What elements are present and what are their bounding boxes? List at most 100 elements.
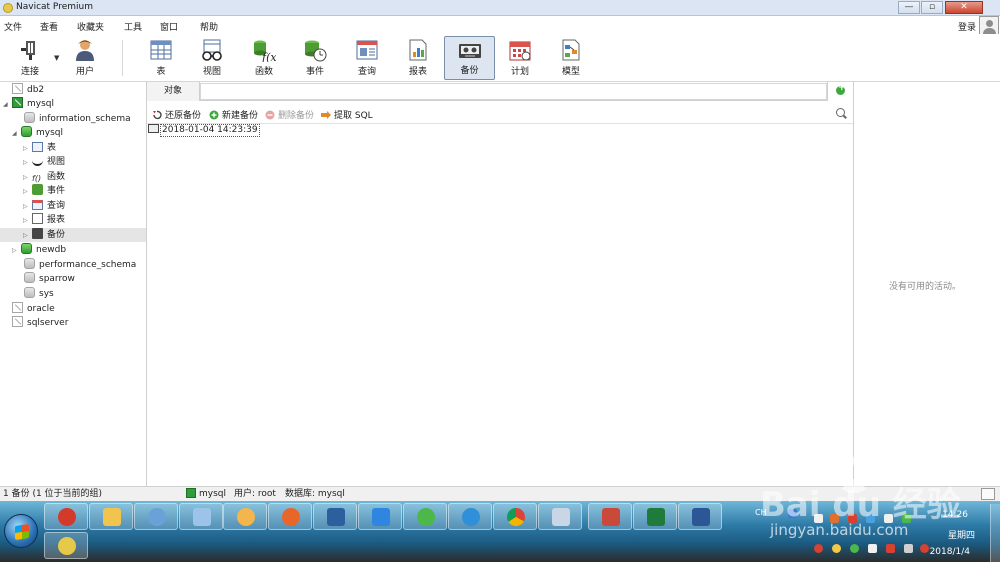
taskbar-chrome[interactable]: [493, 503, 537, 530]
status-user: 用户: root: [234, 489, 276, 499]
tray-date[interactable]: 2018/1/4: [930, 547, 970, 557]
collapse-arrow-icon[interactable]: ▷: [23, 214, 32, 228]
tree-node-sys[interactable]: sys: [24, 287, 54, 301]
search-icon[interactable]: [836, 108, 845, 117]
tree-node-information-schema[interactable]: information_schema: [24, 112, 131, 126]
tree-node-queries[interactable]: ▷ 查询: [23, 199, 65, 213]
minimize-button[interactable]: —: [898, 1, 920, 14]
collapse-arrow-icon[interactable]: ▷: [23, 200, 32, 214]
delete-backup-button[interactable]: 删除备份: [265, 108, 314, 121]
tree-node-newdb[interactable]: ▷ newdb: [12, 243, 66, 257]
maximize-button[interactable]: ▫: [921, 1, 943, 14]
menu-view[interactable]: 查看: [40, 20, 58, 33]
detail-view-icon[interactable]: [981, 488, 995, 500]
word-icon: [692, 508, 710, 526]
toolbar-backup-button[interactable]: 备份: [444, 36, 495, 80]
menu-file[interactable]: 文件: [4, 20, 22, 33]
green-arrow-icon: [417, 508, 435, 526]
main-toolbar: 连接 ▼ 用户 表 视图 f(x) 函数 事件 查询 报表 备份 计划 模型: [0, 34, 1000, 82]
taskbar-paint[interactable]: [134, 503, 178, 530]
toolbar-connect-button[interactable]: 连接: [6, 36, 54, 80]
expand-arrow-icon[interactable]: ◢: [12, 127, 21, 141]
tree-node-mysql-database[interactable]: ◢ mysql: [12, 126, 63, 140]
tree-node-sparrow[interactable]: sparrow: [24, 272, 75, 286]
toolbar-query-button[interactable]: 查询: [343, 36, 391, 80]
collapse-arrow-icon[interactable]: ▷: [23, 185, 32, 199]
toolbar-report-button[interactable]: 报表: [394, 36, 442, 80]
tree-node-events[interactable]: ▷ 事件: [23, 184, 65, 198]
tree-node-tables[interactable]: ▷ 表: [23, 141, 56, 155]
start-button[interactable]: [4, 514, 38, 548]
view-glasses-icon: [32, 155, 43, 166]
navicat-icon: [58, 537, 76, 555]
tree-node-views[interactable]: ▷ 视图: [23, 155, 65, 169]
taskbar-excel[interactable]: [633, 503, 677, 530]
backup-file-item[interactable]: 2018-01-04 14:23:39: [148, 124, 260, 137]
chevron-down-icon[interactable]: ▼: [54, 54, 59, 62]
toolbar-label: 模型: [561, 67, 580, 77]
toolbar-event-button[interactable]: 事件: [291, 36, 339, 80]
collapse-arrow-icon[interactable]: ▷: [23, 171, 32, 185]
taskbar-app-4[interactable]: [179, 503, 223, 530]
object-tab-bar: 对象: [147, 82, 853, 101]
monitor-icon: [327, 508, 345, 526]
taskbar-explorer[interactable]: [89, 503, 133, 530]
extract-sql-button[interactable]: 提取 SQL: [321, 108, 373, 121]
toolbar-model-button[interactable]: 模型: [547, 36, 595, 80]
event-clock-icon: [32, 184, 43, 195]
internet-explorer-icon: [462, 508, 480, 526]
toolbar-view-button[interactable]: 视图: [188, 36, 236, 80]
close-button[interactable]: ✕: [945, 1, 983, 14]
taskbar-firefox[interactable]: [268, 503, 312, 530]
tree-node-performance-schema[interactable]: performance_schema: [24, 258, 136, 272]
toolbar-separator: [122, 40, 123, 76]
taskbar-navicat[interactable]: [44, 532, 88, 559]
toolbar-schedule-button[interactable]: 计划: [496, 36, 544, 80]
taskbar-search-app[interactable]: [223, 503, 267, 530]
menu-window[interactable]: 窗口: [160, 20, 178, 33]
collapse-arrow-icon[interactable]: ▷: [23, 229, 32, 243]
menu-bar: 文件 查看 收藏夹 工具 窗口 帮助 登录: [0, 17, 1000, 34]
show-desktop-button[interactable]: [990, 504, 1000, 562]
tree-node-oracle[interactable]: oracle: [12, 302, 55, 316]
toolbar-label: 查询: [357, 67, 376, 77]
tree-node-mysql-connection[interactable]: ◢ mysql: [3, 97, 54, 111]
window-title: Navicat Premium: [16, 2, 93, 12]
activity-panel: 没有可用的活动。: [853, 82, 1000, 486]
tree-node-backups[interactable]: ▷ 备份: [0, 228, 146, 242]
collapse-arrow-icon[interactable]: ▷: [23, 156, 32, 170]
toolbar-table-button[interactable]: 表: [137, 36, 185, 80]
taskbar-app-8[interactable]: [358, 503, 402, 530]
user-avatar-icon[interactable]: [979, 16, 999, 36]
taskbar-app-7[interactable]: [313, 503, 357, 530]
calculator-icon: [552, 508, 570, 526]
taskbar-word[interactable]: [678, 503, 722, 530]
tree-node-reports[interactable]: ▷ 报表: [23, 213, 65, 227]
menu-help[interactable]: 帮助: [200, 20, 218, 33]
menu-tools[interactable]: 工具: [124, 20, 142, 33]
taskbar-ie[interactable]: [448, 503, 492, 530]
add-tab-icon[interactable]: [827, 82, 853, 101]
status-connection: mysql: [186, 487, 226, 501]
collapse-arrow-icon[interactable]: ▷: [12, 244, 21, 258]
new-backup-button[interactable]: 新建备份: [209, 108, 258, 121]
taskbar-app-1[interactable]: [44, 503, 88, 530]
toolbar-user-button[interactable]: 用户: [61, 36, 109, 80]
taskbar-app-13[interactable]: [588, 503, 632, 530]
taskbar-app-9[interactable]: [403, 503, 447, 530]
tree-node-functions[interactable]: ▷ f() 函数: [23, 170, 65, 184]
taskbar-calculator[interactable]: [538, 503, 582, 530]
menu-favorites[interactable]: 收藏夹: [77, 20, 104, 33]
backup-list: 2018-01-04 14:23:39: [147, 124, 853, 486]
database-icon: [21, 243, 32, 254]
tree-node-sqlserver[interactable]: sqlserver: [12, 316, 68, 330]
tree-node-db2[interactable]: db2: [12, 83, 44, 97]
collapse-arrow-icon[interactable]: ▷: [23, 142, 32, 156]
tab-object[interactable]: 对象: [147, 82, 200, 101]
folder-icon: [103, 508, 121, 526]
no-activity-message: 没有可用的活动。: [889, 282, 962, 292]
expand-arrow-icon[interactable]: ◢: [3, 98, 12, 112]
toolbar-function-button[interactable]: f(x) 函数: [240, 36, 288, 80]
restore-backup-button[interactable]: 还原备份: [152, 108, 201, 121]
login-link[interactable]: 登录: [958, 20, 976, 33]
